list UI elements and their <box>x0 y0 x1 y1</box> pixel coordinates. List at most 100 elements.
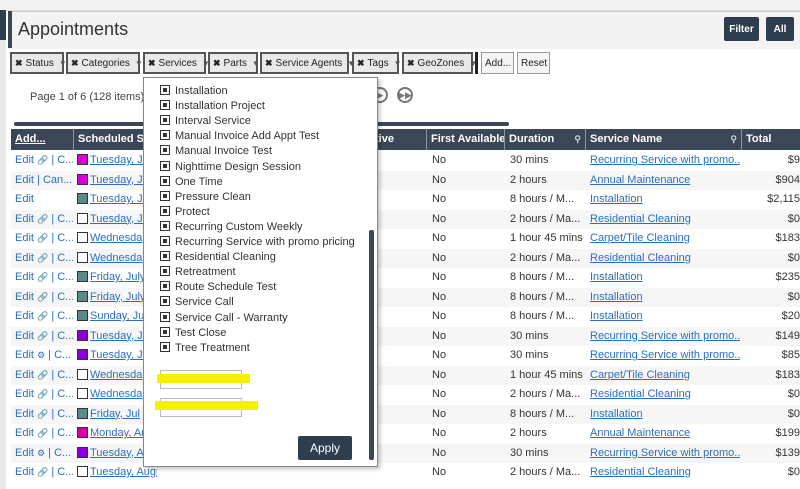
service-name-link[interactable]: Recurring Service with promo... <box>590 447 740 459</box>
gear-icon[interactable]: ⚙ <box>37 448 45 458</box>
scheduled-date-link[interactable]: Monday, Au <box>90 427 147 439</box>
edit-link[interactable]: Edit <box>15 193 34 205</box>
filter-button[interactable]: Filter <box>724 17 759 41</box>
tags-filter[interactable]: ✖ Tags ▼ <box>352 52 402 74</box>
service-option[interactable]: Recurring Service with promo pricing <box>160 235 355 250</box>
table-row[interactable]: Edit 🔗 | C... Wednesda No 1 hour 45 mins Car… <box>11 229 800 249</box>
option-checkbox[interactable] <box>160 266 170 277</box>
service-name-link[interactable]: Residential Cleaning <box>590 252 691 264</box>
pin-icon[interactable]: ⚲ <box>574 129 581 150</box>
scheduled-date-link[interactable]: Tuesday, August 2 at 9:30a <box>90 466 157 478</box>
option-checkbox[interactable] <box>160 205 170 216</box>
link-icon[interactable]: 🔗 <box>37 409 48 419</box>
option-checkbox[interactable] <box>160 100 170 111</box>
link-icon[interactable]: 🔗 <box>37 272 48 282</box>
link-icon[interactable]: 🔗 <box>37 467 48 477</box>
edit-link[interactable]: Edit <box>15 154 34 166</box>
scheduled-date-link[interactable]: Tuesday, Ju <box>90 193 149 205</box>
remove-icon[interactable]: ✖ <box>213 58 221 69</box>
option-checkbox[interactable] <box>160 326 170 337</box>
service-name-link[interactable]: Recurring Service with promo... <box>590 154 740 166</box>
service-option[interactable]: Test Close <box>160 326 226 341</box>
row-action-link[interactable]: | C... <box>51 291 73 303</box>
service-name-link[interactable]: Carpet/Tile Cleaning <box>590 232 690 244</box>
add-filter-button[interactable]: Add... <box>481 52 514 74</box>
scheduled-date-link[interactable]: Friday, July <box>90 291 145 303</box>
scheduled-date-link[interactable]: Friday, July <box>90 271 145 283</box>
service-name-link[interactable]: Installation <box>590 193 643 205</box>
row-action-link[interactable]: | C... <box>51 154 73 166</box>
edit-link[interactable]: Edit <box>15 427 34 439</box>
dropdown-scrollbar[interactable] <box>369 230 374 460</box>
link-icon[interactable]: 🔗 <box>37 389 48 399</box>
table-row[interactable]: Edit 🔗 | C... Friday, July No 8 hours / M..… <box>11 287 800 307</box>
table-row[interactable]: Edit 🔗 | C... Friday, July No 8 hours / M..… <box>11 268 800 288</box>
option-checkbox[interactable] <box>160 115 170 126</box>
edit-link[interactable]: Edit <box>15 213 34 225</box>
service-name-link[interactable]: Installation <box>590 271 643 283</box>
table-row[interactable]: Edit 🔗 | C... Monday, Au No 2 hours Annual M… <box>11 424 800 444</box>
edit-link[interactable]: Edit <box>15 252 34 264</box>
option-checkbox[interactable] <box>160 145 170 156</box>
status-filter[interactable]: ✖ Status ▼ <box>10 52 67 74</box>
service-option[interactable]: Installation <box>160 84 228 99</box>
row-action-link[interactable]: | Can... <box>37 174 72 186</box>
row-action-link[interactable]: | C... <box>51 213 73 225</box>
option-checkbox[interactable] <box>160 296 170 307</box>
link-icon[interactable]: 🔗 <box>37 233 48 243</box>
option-checkbox[interactable] <box>160 341 170 352</box>
row-action-link[interactable]: | C... <box>51 369 73 381</box>
table-row[interactable]: Edit 🔗 | C... Tuesday, Jul No 30 mins Recurr… <box>11 151 800 171</box>
table-row[interactable]: Edit | Can... Tuesday, Jul No 2 hours Annual… <box>11 170 800 190</box>
column-scheduled-start[interactable]: Scheduled Sta <box>74 129 154 150</box>
left-scrollbar-thumb[interactable] <box>0 10 6 40</box>
column-duration[interactable]: Duration ⚲ <box>505 129 586 150</box>
edit-link[interactable]: Edit <box>15 349 34 361</box>
link-icon[interactable]: 🔗 <box>37 311 48 321</box>
service-option[interactable]: Installation Project <box>160 99 265 114</box>
remove-icon[interactable]: ✖ <box>148 58 156 69</box>
option-checkbox[interactable] <box>160 85 170 95</box>
link-icon[interactable]: 🔗 <box>37 428 48 438</box>
edit-link[interactable]: Edit <box>15 291 34 303</box>
row-action-link[interactable]: | C... <box>48 447 71 459</box>
service-option[interactable]: Protect <box>160 205 210 220</box>
edit-link[interactable]: Edit <box>15 408 34 420</box>
reset-button[interactable]: Reset <box>517 52 550 74</box>
row-action-link[interactable]: | C... <box>51 427 73 439</box>
categories-filter[interactable]: ✖ Categories ▼ <box>66 52 143 74</box>
services-filter[interactable]: ✖ Services ▼ <box>143 52 210 74</box>
column-service-name[interactable]: Service Name ⚲ <box>586 129 742 150</box>
service-name-link[interactable]: Annual Maintenance <box>590 427 690 439</box>
link-icon[interactable]: 🔗 <box>37 253 48 263</box>
scheduled-date-link[interactable]: Tuesday, Jul <box>90 154 151 166</box>
scheduled-date-link[interactable]: Tuesday, Ju <box>90 213 149 225</box>
service-option[interactable]: Recurring Custom Weekly <box>160 220 303 235</box>
edit-link[interactable]: Edit <box>15 174 34 186</box>
column-first-available[interactable]: First Available <box>427 129 505 150</box>
service-name-link[interactable]: Installation <box>590 291 643 303</box>
edit-link[interactable]: Edit <box>15 271 34 283</box>
left-scrollbar[interactable] <box>0 10 6 489</box>
remove-icon[interactable]: ✖ <box>15 58 23 69</box>
remove-icon[interactable]: ✖ <box>265 58 273 69</box>
row-action-link[interactable]: | C... <box>51 271 73 283</box>
table-row[interactable]: Edit 🔗 | C... Tuesday, August 2 at 9:30a N… <box>11 463 800 483</box>
scheduled-date-link[interactable]: Wednesda <box>90 252 142 264</box>
option-checkbox[interactable] <box>160 190 170 201</box>
table-row[interactable]: Edit 🔗 | C... Tuesday, Ju No 30 mins Recurri… <box>11 326 800 346</box>
apply-button[interactable]: Apply <box>298 436 352 460</box>
scheduled-date-link[interactable]: Friday, Jul <box>90 408 140 420</box>
row-action-link[interactable]: | C... <box>51 310 73 322</box>
service-name-link[interactable]: Installation <box>590 310 643 322</box>
all-button[interactable]: All <box>766 17 794 41</box>
option-checkbox[interactable] <box>160 311 170 322</box>
table-row[interactable]: Edit 🔗 | C... Wednesda No 2 hours / Ma... Re… <box>11 248 800 268</box>
option-checkbox[interactable] <box>160 251 170 262</box>
parts-filter[interactable]: ✖ Parts ▼ <box>208 52 260 74</box>
option-checkbox[interactable] <box>160 281 170 292</box>
add-column-link[interactable]: Add... <box>11 129 74 150</box>
link-icon[interactable]: 🔗 <box>37 370 48 380</box>
pin-icon[interactable]: ⚲ <box>730 129 737 150</box>
scheduled-date-link[interactable]: Wednesda <box>90 369 142 381</box>
